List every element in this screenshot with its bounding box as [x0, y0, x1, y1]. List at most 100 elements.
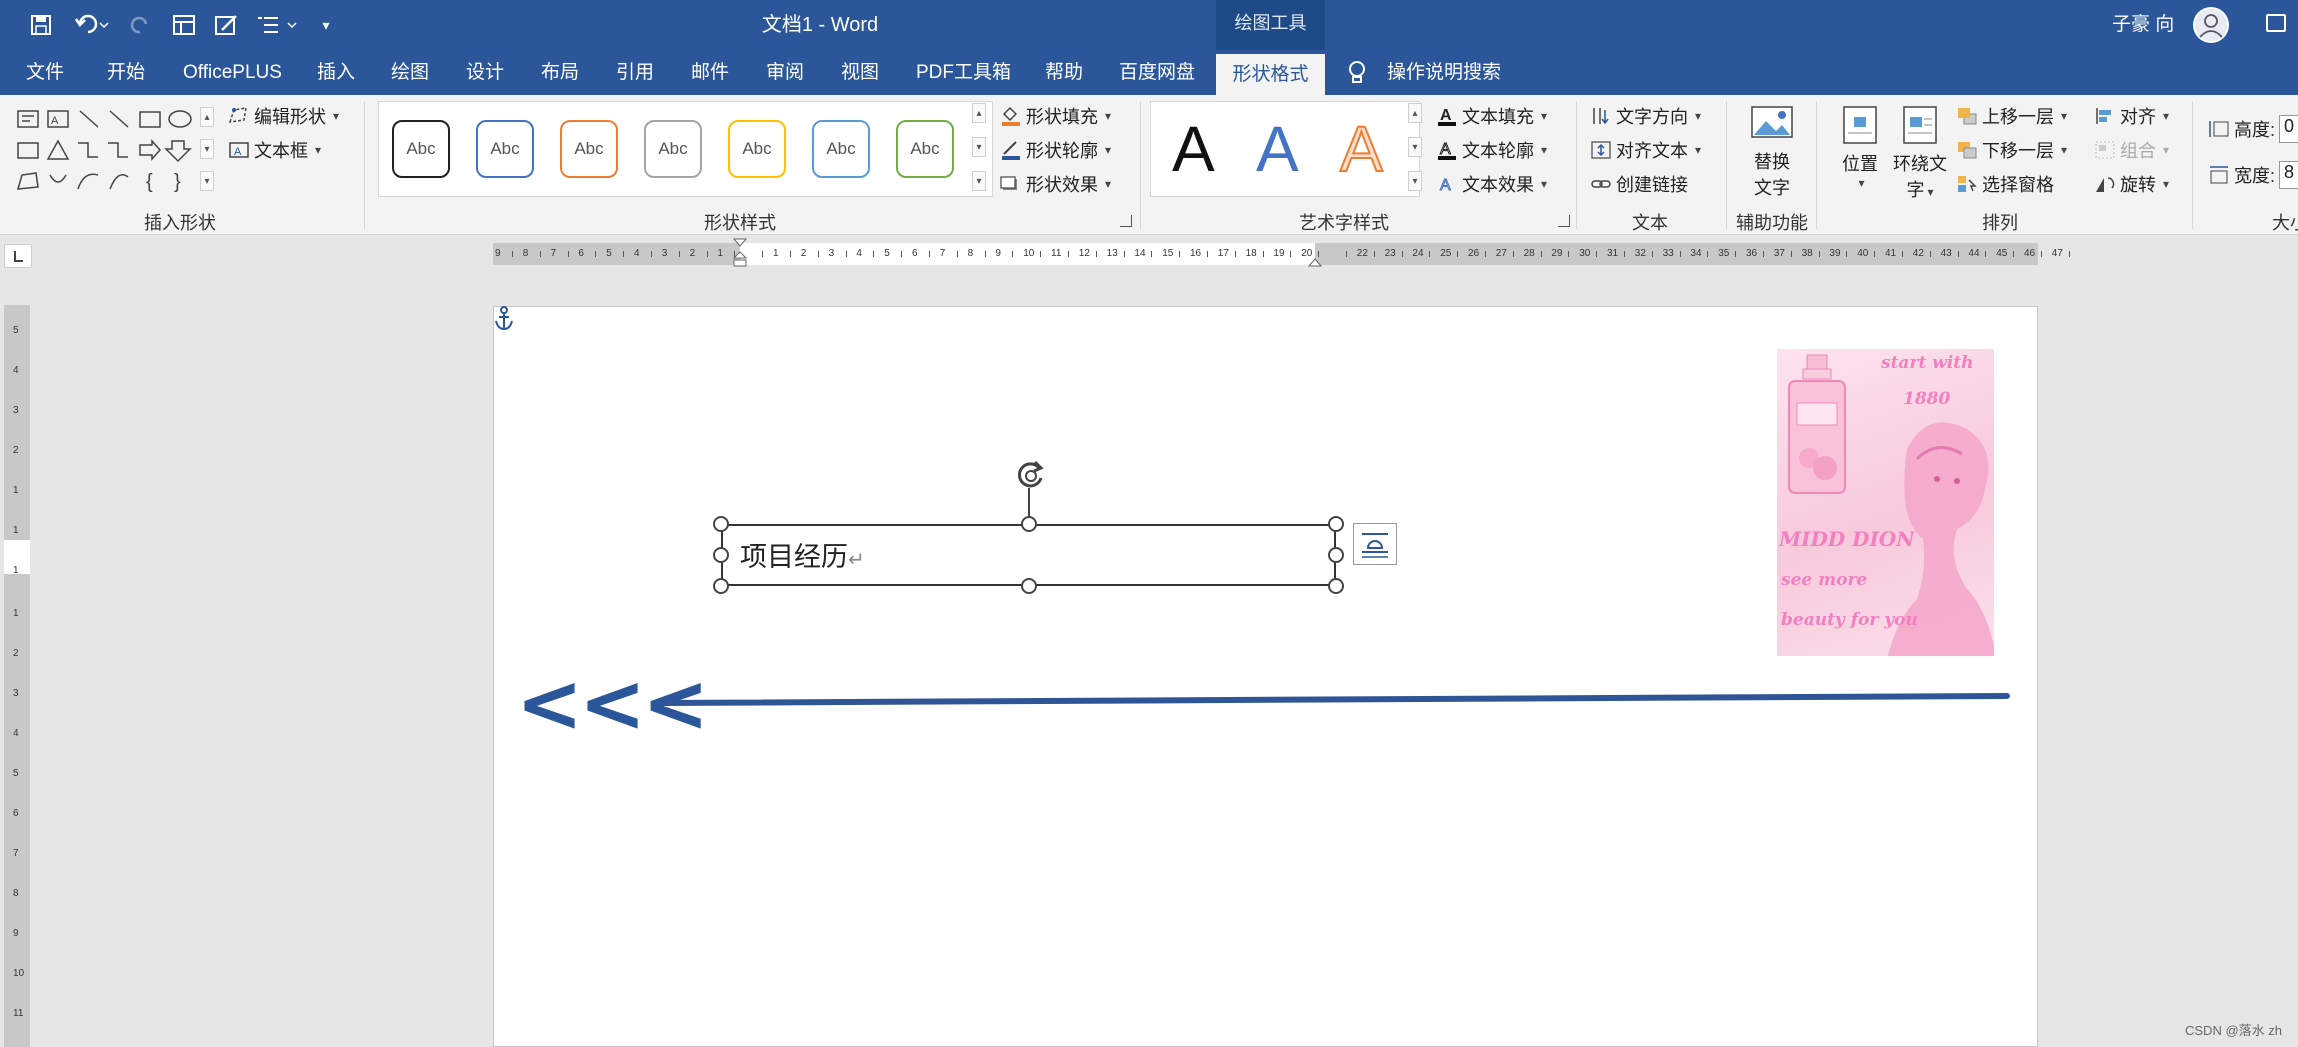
ribbon-display-options-icon[interactable]: [2266, 14, 2286, 32]
resize-handle-top-left[interactable]: [713, 516, 729, 532]
text-direction-button[interactable]: 文字方向 ▾: [1590, 103, 1701, 129]
edit-shape-button[interactable]: 编辑形状 ▾: [228, 103, 339, 129]
shape-gallery-scroll-down[interactable]: ▾: [200, 139, 214, 159]
hruler-tick-label: 45: [1996, 248, 2008, 259]
hruler-tick-label: 44: [1968, 248, 1980, 259]
hruler-tick: [1207, 251, 1208, 257]
hruler-tick: [1763, 251, 1764, 257]
shape-styles-scroll-down[interactable]: ▾: [972, 137, 986, 157]
width-field[interactable]: 宽度: 8: [2208, 161, 2298, 189]
hruler-tick-label: 4: [856, 248, 862, 259]
width-input[interactable]: 8: [2279, 161, 2298, 189]
shape-style-blue[interactable]: Abc: [476, 120, 534, 178]
create-link-button[interactable]: 创建链接: [1590, 171, 1688, 197]
selection-pane-button[interactable]: 选择窗格: [1956, 171, 2054, 197]
right-indent-marker[interactable]: [1308, 256, 1322, 268]
shape-style-green[interactable]: Abc: [896, 120, 954, 178]
hruler-tick: [1596, 251, 1598, 257]
group-button[interactable]: 组合 ▾: [2094, 137, 2169, 163]
resize-handle-top-right[interactable]: [1328, 516, 1344, 532]
align-text-button[interactable]: 对齐文本 ▾: [1590, 137, 1701, 163]
resize-handle-middle-left[interactable]: [713, 547, 729, 563]
height-field[interactable]: 高度: 0: [2208, 115, 2298, 143]
perfume-poster-image[interactable]: start with 1880 MIDD DION see more beaut…: [1777, 349, 1994, 656]
tab-selector[interactable]: [4, 244, 32, 268]
wrap-text-button[interactable]: 环绕文 字 ▾: [1890, 105, 1950, 205]
shape-gallery[interactable]: A { }: [14, 105, 214, 195]
shape-fill-button[interactable]: 形状填充 ▾: [1000, 103, 1111, 129]
tab-pdf-toolbox[interactable]: PDF工具箱: [916, 50, 1011, 95]
text-outline-button[interactable]: A 文本轮廓 ▾: [1436, 137, 1547, 163]
wordart-style-blue[interactable]: A: [1256, 117, 1299, 181]
tab-shape-format[interactable]: 形状格式: [1216, 54, 1325, 95]
text-box-content[interactable]: 项目经历↵: [740, 535, 865, 574]
tab-home[interactable]: 开始: [107, 50, 145, 95]
tab-mailings[interactable]: 邮件: [691, 50, 729, 95]
shape-styles-dialog-launcher[interactable]: [1120, 215, 1132, 227]
wordart-more[interactable]: ▾: [1408, 171, 1422, 191]
align-button[interactable]: 对齐 ▾: [2094, 103, 2169, 129]
tab-view[interactable]: 视图: [841, 50, 879, 95]
shape-effects-button[interactable]: 形状效果 ▾: [1000, 171, 1111, 197]
alt-text-button[interactable]: 替换 文字: [1744, 105, 1800, 205]
shape-styles-more[interactable]: ▾: [972, 171, 986, 191]
hruler-tick-label: 9: [495, 248, 501, 259]
resize-handle-middle-right[interactable]: [1328, 547, 1344, 563]
resize-handle-top-center[interactable]: [1021, 516, 1037, 532]
shape-style-gold[interactable]: Abc: [728, 120, 786, 178]
bring-forward-button[interactable]: 上移一层 ▾: [1956, 103, 2067, 129]
shape-outline-button[interactable]: 形状轮廓 ▾: [1000, 137, 1111, 163]
text-box-button[interactable]: A 文本框 ▾: [228, 137, 321, 163]
tell-me-search[interactable]: 操作说明搜索: [1387, 50, 1501, 95]
wordart-scroll-down[interactable]: ▾: [1408, 137, 1422, 157]
wordart-style-black[interactable]: A: [1172, 117, 1215, 181]
shape-style-lightblue[interactable]: Abc: [812, 120, 870, 178]
wordart-scroll-up[interactable]: ▴: [1408, 103, 1422, 123]
first-line-indent-marker[interactable]: [733, 238, 747, 272]
tab-design[interactable]: 设计: [466, 50, 504, 95]
tab-help[interactable]: 帮助: [1045, 50, 1083, 95]
tab-layout[interactable]: 布局: [541, 50, 579, 95]
hruler-tick-label: 15: [1162, 248, 1174, 259]
send-backward-button[interactable]: 下移一层 ▾: [1956, 137, 2067, 163]
hruler-tick: [1624, 251, 1625, 257]
tab-baidu-netdisk[interactable]: 百度网盘: [1119, 50, 1195, 95]
layout-options-icon: [1362, 533, 1388, 558]
tab-insert[interactable]: 插入: [317, 50, 355, 95]
tab-references[interactable]: 引用: [616, 50, 654, 95]
hruler-tick: [790, 251, 791, 257]
height-input[interactable]: 0: [2279, 115, 2298, 143]
resize-handle-bottom-right[interactable]: [1328, 578, 1344, 594]
resize-handle-bottom-center[interactable]: [1021, 578, 1037, 594]
layout-options-button[interactable]: [1353, 523, 1397, 565]
hruler-tick: [1540, 251, 1542, 257]
hruler-tick: [1929, 251, 1931, 257]
paint-bucket-icon: [1000, 106, 1022, 126]
hruler-tick: [1373, 251, 1375, 257]
user-name[interactable]: 子豪 向: [2112, 0, 2174, 50]
text-fill-button[interactable]: A 文本填充 ▾: [1436, 103, 1547, 129]
shape-style-gray[interactable]: Abc: [644, 120, 702, 178]
tab-officeplus[interactable]: OfficePLUS: [183, 50, 282, 95]
rotate-button[interactable]: 旋转 ▾: [2094, 171, 2169, 197]
hruler-tick: [1095, 251, 1097, 257]
shape-style-black[interactable]: Abc: [392, 120, 450, 178]
tab-file[interactable]: 文件: [26, 50, 64, 95]
shape-styles-scroll-up[interactable]: ▴: [972, 103, 986, 123]
tab-draw[interactable]: 绘图: [391, 50, 429, 95]
hruler-tick-label: 47: [2051, 248, 2063, 259]
rotate-handle-icon[interactable]: [1013, 458, 1049, 494]
position-button[interactable]: 位置 ▾: [1832, 105, 1888, 205]
avatar[interactable]: [2193, 7, 2229, 43]
shape-style-orange[interactable]: Abc: [560, 120, 618, 178]
resize-handle-bottom-left[interactable]: [713, 578, 729, 594]
hruler-tick: [1151, 251, 1153, 257]
text-effects-button[interactable]: A 文本效果 ▾: [1436, 171, 1548, 197]
wordart-style-orange-outline[interactable]: A: [1339, 116, 1384, 182]
shape-gallery-scroll-up[interactable]: ▴: [200, 107, 214, 127]
hruler-tick-label: 31: [1607, 248, 1619, 259]
tab-review[interactable]: 审阅: [766, 50, 804, 95]
wordart-dialog-launcher[interactable]: [1558, 215, 1570, 227]
shape-gallery-more[interactable]: ▾: [200, 171, 214, 191]
hruler-tick-label: 2: [800, 248, 807, 259]
